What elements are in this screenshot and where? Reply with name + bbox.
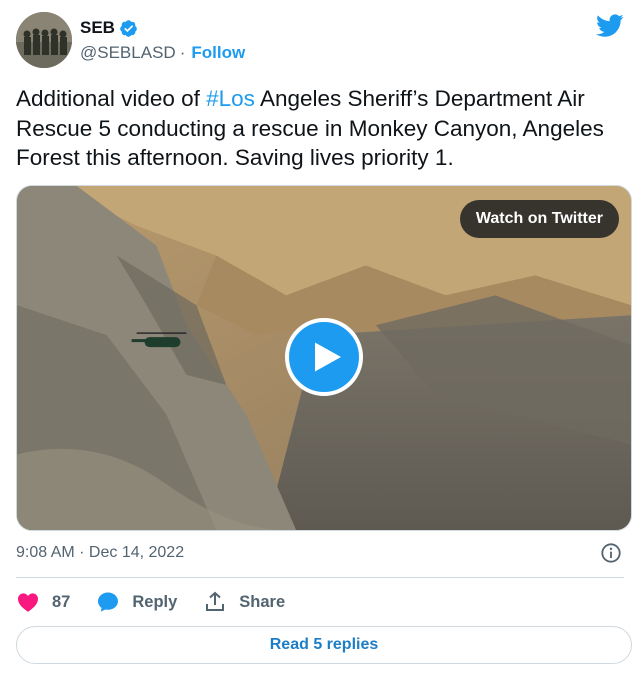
- tweet-header: SEB @SEBLASD · Follow: [16, 12, 624, 72]
- avatar[interactable]: [16, 12, 72, 68]
- reply-button[interactable]: Reply: [96, 590, 177, 614]
- share-icon: [206, 591, 225, 611]
- info-icon[interactable]: [600, 542, 622, 564]
- reply-label: Reply: [132, 592, 178, 611]
- tweet-text: Additional video of #Los Angeles Sheriff…: [16, 84, 628, 173]
- divider: [16, 577, 624, 578]
- author-name[interactable]: SEB: [80, 18, 115, 38]
- watch-on-twitter-button[interactable]: Watch on Twitter: [459, 200, 619, 238]
- like-count: 87: [52, 592, 71, 611]
- avatar-image: [16, 12, 72, 68]
- author-handle-row: @SEBLASD · Follow: [80, 43, 245, 63]
- like-button[interactable]: 87: [16, 590, 70, 614]
- play-icon: [315, 342, 341, 372]
- tweet-meta: 9:08 AM · Dec 14, 2022: [16, 542, 624, 566]
- handle-separator: ·: [179, 43, 186, 62]
- read-replies-button[interactable]: Read 5 replies: [16, 626, 632, 664]
- video-thumbnail[interactable]: Watch on Twitter: [16, 185, 632, 531]
- heart-icon: [18, 593, 38, 612]
- hashtag-link[interactable]: #Los: [206, 86, 255, 111]
- action-bar: 87 Reply Share: [16, 588, 311, 616]
- share-label: Share: [239, 592, 286, 611]
- share-button[interactable]: Share: [203, 590, 285, 614]
- play-button[interactable]: [285, 318, 363, 396]
- author-name-row: SEB: [80, 18, 138, 38]
- tweet-embed-card: SEB @SEBLASD · Follow Additional video o…: [0, 0, 640, 680]
- timestamp-link[interactable]: 9:08 AM · Dec 14, 2022: [16, 544, 184, 562]
- twitter-bird-icon[interactable]: [596, 14, 624, 38]
- author-handle[interactable]: @SEBLASD: [80, 43, 176, 63]
- reply-bubble-icon: [98, 592, 119, 612]
- tweet-text-lead: Additional video of: [16, 86, 207, 111]
- verified-badge-icon: [120, 19, 137, 37]
- follow-link[interactable]: Follow: [191, 43, 245, 63]
